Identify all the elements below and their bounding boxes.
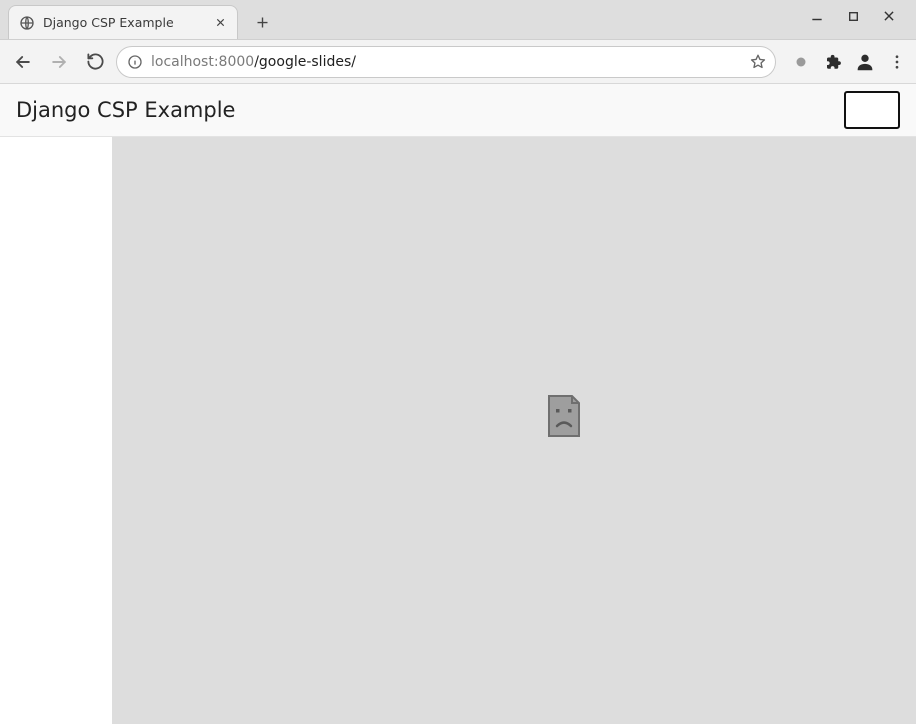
maximize-icon[interactable] [844, 7, 862, 25]
page-body [0, 137, 916, 724]
page-header: Django CSP Example [0, 84, 916, 137]
kebab-menu-icon[interactable] [886, 51, 908, 73]
back-button[interactable] [8, 47, 38, 77]
toolbar-extensions [782, 51, 908, 73]
window-controls [798, 0, 908, 28]
left-gutter [0, 137, 112, 724]
url-path: /google-slides/ [254, 54, 356, 70]
site-info-icon[interactable] [127, 54, 143, 70]
browser-tab-strip: Django CSP Example [0, 0, 916, 40]
url-port: :8000 [214, 54, 254, 70]
extensions-puzzle-icon[interactable] [822, 51, 844, 73]
profile-avatar-icon[interactable] [854, 51, 876, 73]
close-tab-icon[interactable] [213, 16, 227, 30]
globe-icon [19, 15, 35, 31]
address-bar[interactable]: localhost:8000/google-slides/ [116, 46, 776, 78]
browser-toolbar: localhost:8000/google-slides/ [0, 40, 916, 84]
blocked-iframe [112, 137, 916, 724]
extension-dot-icon[interactable] [790, 51, 812, 73]
bookmark-star-icon[interactable] [749, 53, 767, 71]
minimize-icon[interactable] [808, 7, 826, 25]
tab-title: Django CSP Example [43, 15, 205, 30]
page-viewport: Django CSP Example [0, 84, 916, 724]
forward-button[interactable] [44, 47, 74, 77]
browser-tab[interactable]: Django CSP Example [8, 5, 238, 39]
page-title: Django CSP Example [16, 98, 235, 122]
url-text: localhost:8000/google-slides/ [151, 54, 741, 70]
close-window-icon[interactable] [880, 7, 898, 25]
new-tab-button[interactable] [248, 8, 276, 36]
url-host: localhost [151, 54, 214, 70]
reload-button[interactable] [80, 47, 110, 77]
header-box-button[interactable] [844, 91, 900, 129]
sad-page-icon [546, 394, 582, 438]
